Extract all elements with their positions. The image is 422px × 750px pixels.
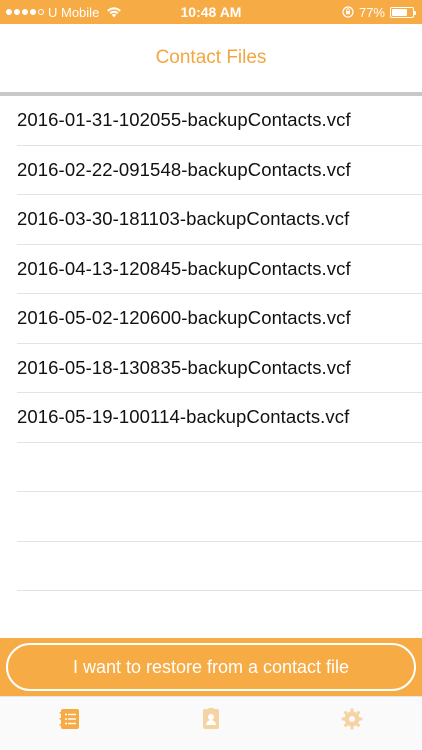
list-item[interactable]: 2016-01-31-102055-backupContacts.vcf [17,96,422,146]
tab-contacts[interactable] [141,697,282,750]
list-item[interactable]: 2016-02-22-091548-backupContacts.vcf [17,146,422,195]
file-name: 2016-05-19-100114-backupContacts.vcf [17,406,350,428]
list-item[interactable]: 2016-05-19-100114-backupContacts.vcf [17,393,422,443]
restore-bar: I want to restore from a contact file [0,638,422,696]
empty-list-row [17,443,422,492]
contact-card-icon [203,707,219,729]
file-name: 2016-04-13-120845-backupContacts.vcf [17,257,351,279]
list-item[interactable]: 2016-05-02-120600-backupContacts.vcf [17,294,422,344]
empty-list-row [17,542,422,591]
tab-settings[interactable] [281,697,422,750]
list-item[interactable]: 2016-05-18-130835-backupContacts.vcf [17,344,422,393]
tab-bar [0,696,422,750]
file-list: 2016-01-31-102055-backupContacts.vcf 201… [0,96,422,591]
contacts-list-icon [59,708,80,729]
status-bar: U Mobile 10:48 AM 77% [0,0,422,24]
navigation-bar: Contact Files [0,24,422,92]
file-name: 2016-03-30-181103-backupContacts.vcf [17,208,350,230]
tab-contact-files[interactable] [0,697,141,750]
file-name: 2016-05-18-130835-backupContacts.vcf [17,356,351,378]
battery-icon [390,6,416,18]
screen: U Mobile 10:48 AM 77% Contact Files 2016… [0,0,422,750]
empty-list-row [17,492,422,542]
file-name: 2016-02-22-091548-backupContacts.vcf [17,158,351,180]
battery-percent: 77% [358,4,385,20]
gear-icon [341,708,363,729]
page-title: Contact Files [155,47,267,68]
list-item[interactable]: 2016-03-30-181103-backupContacts.vcf [17,195,422,245]
status-right: 77% [342,0,416,24]
rotation-lock-icon [342,6,354,18]
battery-fill [392,8,408,16]
list-item[interactable]: 2016-04-13-120845-backupContacts.vcf [17,245,422,294]
file-name: 2016-01-31-102055-backupContacts.vcf [17,109,351,131]
file-name: 2016-05-02-120600-backupContacts.vcf [17,307,351,329]
restore-button[interactable]: I want to restore from a contact file [6,643,416,691]
